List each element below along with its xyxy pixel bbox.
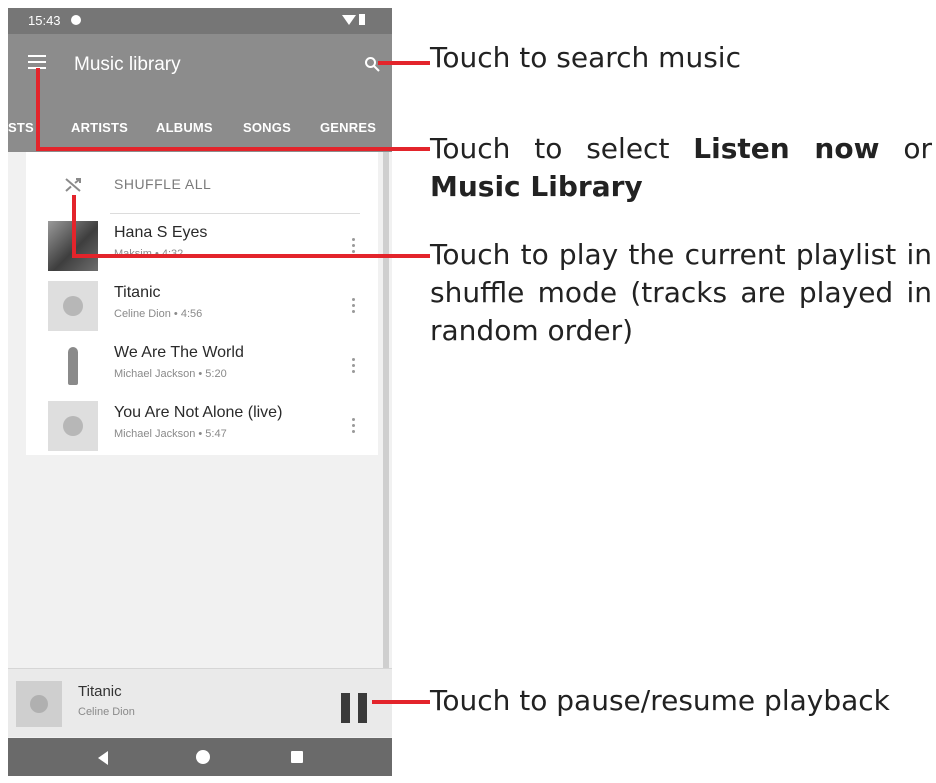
page-title: Music library [74,54,181,75]
shuffle-icon [65,178,81,192]
song-subtitle: Celine Dion • 4:56 [114,308,203,320]
callout-line-search [378,61,430,65]
annotation-pause: Touch to pause/resume playback [430,684,890,717]
music-disc-icon [16,681,62,727]
annotation-shuffle: Touch to play the current playlist in sh… [430,238,932,347]
status-bar: 15:43 [8,8,392,34]
annotation-menu: Touch to select Listen now or Music Libr… [430,132,933,203]
menu-icon[interactable] [28,55,46,69]
phone-screen: 15:43 Music library LISTS ARTISTS ALBUMS… [8,8,392,776]
back-icon[interactable] [98,751,108,765]
music-disc-icon [48,401,98,451]
more-options-icon[interactable] [352,418,356,434]
tab-lists[interactable]: LISTS [8,120,34,135]
song-title: We Are The World [114,344,244,361]
callout-line-pause [372,700,430,704]
shuffle-all-row[interactable]: SHUFFLE ALL [26,152,378,214]
callout-line-shuffle [72,195,76,257]
status-time: 15:43 [28,13,61,28]
annotation-search: Touch to search music [430,41,741,74]
music-disc-icon [48,281,98,331]
scrollbar[interactable] [383,152,389,668]
shuffle-all-label: SHUFFLE ALL [114,176,212,192]
divider [110,213,360,214]
callout-line-menu [36,68,40,149]
more-options-icon[interactable] [352,298,356,314]
tab-songs[interactable]: SONGS [243,120,291,135]
song-title: Titanic [114,284,161,301]
notification-icon [71,15,81,25]
song-list: SHUFFLE ALL Hana S Eyes Maksim • 4:32 Ti… [26,152,378,455]
battery-icon [359,14,365,25]
tab-artists[interactable]: ARTISTS [71,120,128,135]
app-bar: Music library LISTS ARTISTS ALBUMS SONGS… [8,34,392,152]
song-row[interactable]: Hana S Eyes Maksim • 4:32 [26,216,378,274]
song-row[interactable]: You Are Not Alone (live) Michael Jackson… [26,396,378,454]
home-icon[interactable] [196,750,210,764]
now-playing-artist: Celine Dion [78,706,135,718]
now-playing-title: Titanic [78,683,122,700]
album-art [48,341,98,391]
song-row[interactable]: We Are The World Michael Jackson • 5:20 [26,336,378,394]
recent-apps-icon[interactable] [291,751,303,763]
library-tabs: LISTS ARTISTS ALBUMS SONGS GENRES [8,118,392,148]
song-row[interactable]: Titanic Celine Dion • 4:56 [26,276,378,334]
callout-line-menu [36,147,430,151]
more-options-icon[interactable] [352,358,356,374]
song-title: Hana S Eyes [114,224,208,241]
now-playing-bar[interactable]: Titanic Celine Dion [8,668,392,737]
pause-icon[interactable] [341,693,367,723]
song-subtitle: Michael Jackson • 5:47 [114,428,227,440]
song-subtitle: Michael Jackson • 5:20 [114,368,227,380]
tab-genres[interactable]: GENRES [320,120,376,135]
more-options-icon[interactable] [352,238,356,254]
tab-albums[interactable]: ALBUMS [156,120,213,135]
song-title: You Are Not Alone (live) [114,404,283,421]
navigation-bar [8,738,392,776]
wifi-icon [342,15,356,25]
callout-line-shuffle [72,254,430,258]
